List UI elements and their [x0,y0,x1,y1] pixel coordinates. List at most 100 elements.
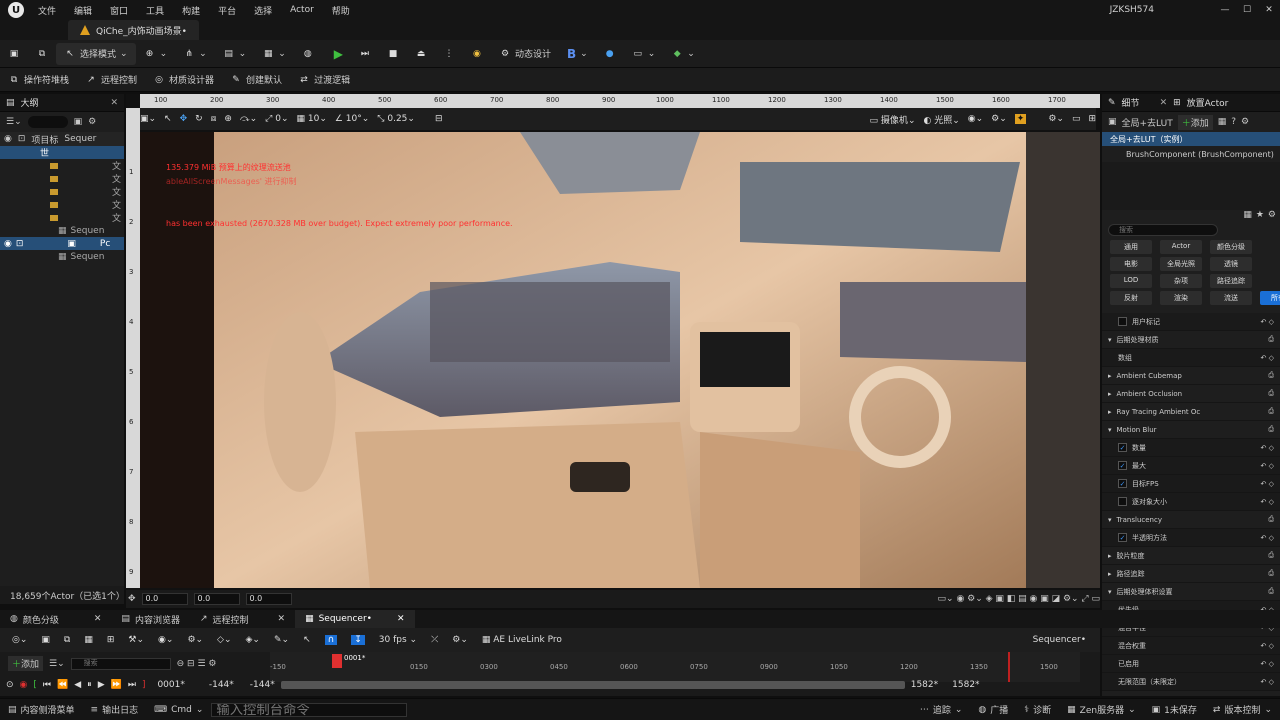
details-property[interactable]: ✓ 最大 ↶ ◇ [1102,457,1280,475]
scale-snap-dropdown[interactable]: ⤡ 0.25⌄ [377,114,415,124]
reset-icon[interactable]: ↶ ◇ [1261,444,1274,452]
camera-cut-icon[interactable]: ⊞ [107,635,115,645]
dynamic-design-button[interactable]: ⚙ 动态设计 [491,43,559,65]
reset-icon[interactable]: ⎙ [1268,335,1274,344]
filter-icon[interactable]: ☰⌄ [49,659,65,669]
chevron-icon[interactable]: ▾ [1108,426,1112,434]
end-bracket-icon[interactable]: ] [142,680,146,690]
coord-y-field[interactable]: 0.0 [193,593,240,605]
menu-build[interactable]: 构建 [182,4,200,17]
cinematics-icon[interactable]: ▤ ⌄ [215,43,255,65]
sequencer-search-input[interactable] [70,657,171,670]
list-item[interactable]: 文 [0,211,124,224]
menu-help[interactable]: 帮助 [332,4,350,17]
browse-icon[interactable]: ⧉ [64,635,70,645]
stop-icon[interactable]: ■ [379,43,407,65]
transition-logic-button[interactable]: ⇄ 过渡逻辑 [290,69,358,91]
add-folder-icon[interactable]: ▣ [74,117,83,127]
menu-actor[interactable]: Actor [290,5,314,15]
details-property[interactable]: 用户标记 ↶ ◇ [1102,313,1280,331]
work-start[interactable]: -144* [250,680,275,690]
list-item[interactable]: 文 [0,172,124,185]
reset-icon[interactable]: ⎙ [1268,515,1274,524]
menu-edit[interactable]: 编辑 [74,4,92,17]
step-icon[interactable]: ⏭ [351,43,379,65]
details-category[interactable]: ▾ 后期处理材质 ⎙ [1102,331,1280,349]
tab-color-grading[interactable]: ◍ 颜色分级 ✕ [0,610,111,628]
jump-start-icon[interactable]: ⏮ [43,680,51,690]
list-item[interactable]: ▦ Sequen [0,250,124,263]
lighting-dropdown[interactable]: ◐ 光照⌄ [923,113,959,126]
screen-icon[interactable]: ▭ ⌄ [624,43,664,65]
filter-all[interactable]: 所有 [1260,291,1280,305]
play-icon[interactable]: ▶ [326,43,351,65]
next-frame-icon[interactable]: ▶ [98,680,105,690]
camera-speed-icon[interactable]: ⊟ [435,114,443,124]
timeline-ruler[interactable]: -150 0150 0300 0450 0600 0750 0900 1050 … [270,652,1080,682]
details-category[interactable]: ▾ Motion Blur ⎙ [1102,421,1280,439]
menu-window[interactable]: 窗口 [110,4,128,17]
reset-icon[interactable]: ↶ ◇ [1261,480,1274,488]
close-icon[interactable]: ✕ [1160,98,1168,108]
create-default-button[interactable]: ✎ 创建默认 [222,69,290,91]
prev-key-icon[interactable]: ⏪ [57,680,68,690]
close-icon[interactable]: ✕ [1258,5,1280,15]
playback-icon[interactable]: ⚙⌄ [187,635,203,645]
material-designer-button[interactable]: ◎ 材质设计器 [145,69,222,91]
remote-control-button[interactable]: ↗ 远程控制 [77,69,145,91]
maximize-icon[interactable]: ☐ [1236,5,1258,15]
reset-icon[interactable]: ⎙ [1268,569,1274,578]
reset-icon[interactable]: ⎙ [1268,551,1274,560]
details-property[interactable]: ✓ 半透明方法 ↶ ◇ [1102,529,1280,547]
chevron-icon[interactable]: ▸ [1108,570,1112,578]
chevron-icon[interactable]: ▾ [1108,588,1112,596]
list-item[interactable]: ◉ ⊡ ▣ Pc [0,237,124,250]
details-property[interactable]: 混合权重 ↶ ◇ [1102,637,1280,655]
chevron-icon[interactable]: ▸ [1108,408,1112,416]
details-property[interactable]: 数组 ↶ ◇ [1102,349,1280,367]
user-name[interactable]: JZKSH574 [1110,5,1154,15]
key-options-icon[interactable]: ◈⌄ [246,635,260,645]
close-icon[interactable]: ✕ [278,614,286,624]
reset-icon[interactable]: ↶ ◇ [1261,354,1274,362]
diagnostics-button[interactable]: ⚕ 诊断 [1016,703,1059,717]
view-start[interactable]: -144* [209,680,234,690]
component-child[interactable]: BrushComponent (BrushComponent) [1102,146,1280,162]
launch-icon[interactable]: ⏏ [407,43,435,65]
operator-stack-button[interactable]: ⧉ 操作符堆栈 [0,69,77,91]
globe-icon[interactable]: ● [596,43,624,65]
checkbox[interactable]: ✓ [1118,479,1127,488]
broadcast-button[interactable]: ◍ 广播 [970,703,1016,717]
gear-icon[interactable]: ⚙ [1268,210,1276,222]
move-tool-icon[interactable]: ✥ [180,114,188,124]
rotate-tool-icon[interactable]: ↻ [195,114,203,124]
filter-path-tracing[interactable]: 路径追踪 [1210,274,1252,288]
view-end[interactable]: 1582* [952,680,979,690]
details-search-input[interactable] [1108,224,1218,236]
sequence-name[interactable]: Sequencer• [1033,635,1086,645]
surface-snap-icon[interactable]: ⤼⌄ [240,114,257,124]
list-item[interactable]: ▦ Sequen [0,224,124,237]
list-item[interactable]: 世 [0,146,124,159]
snap-magnet-icon[interactable]: ∩ [324,635,338,645]
reset-icon[interactable]: ⎙ [1268,371,1274,380]
unsaved-button[interactable]: ▣ 1未保存 [1144,703,1205,717]
level-tab[interactable]: QiChe_内饰动画场景• [68,20,199,40]
checkbox[interactable]: ✓ [1118,461,1127,470]
grid-icon[interactable]: ▦ [1243,210,1252,222]
b-button[interactable]: B ⌄ [559,43,596,65]
save-icon[interactable]: ▣ [0,43,28,65]
rotation-snap-dropdown[interactable]: ∠ 10°⌄ [335,114,369,124]
livelink-button[interactable]: ▦ AE LiveLink Pro [482,635,562,645]
fps-dropdown[interactable]: 30 fps ⌄ [379,635,417,645]
grid-snap-dropdown[interactable]: ▦ 10⌄ [296,114,326,124]
output-log-button[interactable]: ≡ 输出日志 [83,703,147,717]
loop-icon[interactable]: ⊙ [6,680,14,690]
chevron-icon[interactable]: ▸ [1108,390,1112,398]
filter-gi[interactable]: 全局光照 [1160,257,1202,271]
world-space-icon[interactable]: ⊕ [224,114,232,124]
world-icon[interactable]: ◎⌄ [12,635,27,645]
timeline-scrollbar[interactable] [280,681,905,689]
close-icon[interactable]: ✕ [110,98,118,108]
star-icon[interactable]: ★ [1256,210,1264,222]
